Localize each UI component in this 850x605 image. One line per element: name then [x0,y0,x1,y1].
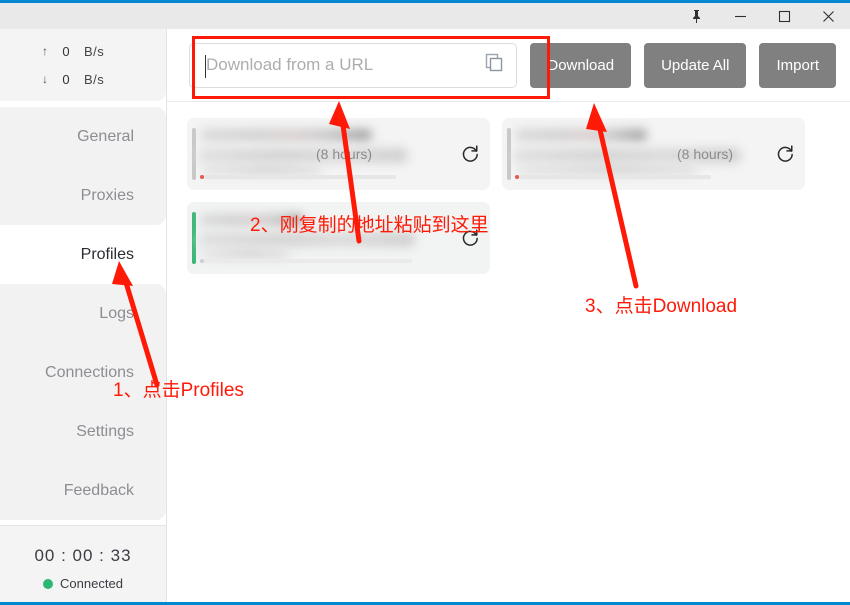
sidebar-nav: General Proxies Profiles Logs Connection… [0,101,166,520]
table-row[interactable]: (8 hours) [502,118,805,190]
title-bar [0,3,850,29]
profile-update-interval: (8 hours) [316,146,373,162]
sidebar-item-label: General [77,127,134,145]
profile-update-interval: (8 hours) [677,146,734,162]
sidebar: ↑ 0 B/s ↓ 0 B/s General Proxies Profiles… [0,29,167,602]
upload-speed-value: 0 [62,43,70,59]
url-input-wrapper: Download from a URL [189,42,518,88]
main-content: Download from a URL Download Update All … [167,29,850,602]
sidebar-item-label: Feedback [63,481,134,499]
maximize-icon[interactable] [762,3,806,29]
card-body [196,202,450,274]
sidebar-item-label: Proxies [80,186,134,204]
url-input[interactable]: Download from a URL [189,42,518,88]
connection-status-block: 00 : 00 : 33 Connected [0,525,166,602]
profile-name-redacted [200,214,304,226]
profile-usage-bar [200,259,412,263]
download-speed-unit: B/s [84,71,105,87]
sidebar-item-feedback[interactable]: Feedback [0,461,166,520]
refresh-icon[interactable] [450,144,490,164]
update-all-button[interactable]: Update All [644,42,747,88]
upload-speed-unit: B/s [84,43,105,59]
sidebar-item-label: Connections [45,363,134,381]
table-row[interactable] [187,202,490,274]
profile-detail2-redacted [517,164,697,175]
card-body: (8 hours) [511,118,765,190]
sidebar-item-logs[interactable]: Logs [0,284,166,343]
download-speed-value: 0 [62,71,70,87]
profile-detail2-redacted [202,164,322,175]
profile-name-redacted [200,129,372,141]
profile-detail2-redacted [202,248,290,259]
profile-usage-bar [515,175,711,179]
download-speed-row: ↓ 0 B/s [0,65,166,93]
profiles-toolbar: Download from a URL Download Update All … [167,29,850,102]
profile-detail-redacted [198,148,408,163]
refresh-icon[interactable] [450,228,490,248]
sidebar-item-proxies[interactable]: Proxies [0,166,166,225]
card-body: (8 hours) [196,118,450,190]
minimize-icon[interactable] [718,3,762,29]
profile-card-list: (8 hours) (8 hours) [167,102,850,274]
speed-panel: ↑ 0 B/s ↓ 0 B/s [0,29,166,101]
download-arrow-icon: ↓ [42,72,48,86]
app-window: ↑ 0 B/s ↓ 0 B/s General Proxies Profiles… [0,0,850,605]
sidebar-item-settings[interactable]: Settings [0,402,166,461]
download-button[interactable]: Download [530,42,632,88]
sidebar-item-connections[interactable]: Connections [0,343,166,402]
table-row[interactable]: (8 hours) [187,118,490,190]
status-badge: Connected [60,576,123,591]
upload-speed-row: ↑ 0 B/s [0,37,166,65]
profile-name-redacted [515,129,647,141]
refresh-icon[interactable] [765,144,805,164]
sidebar-item-general[interactable]: General [0,107,166,166]
status-dot-icon [43,578,54,589]
profile-usage-bar [200,175,396,179]
connection-status: Connected [0,576,166,591]
pin-icon[interactable] [674,3,718,29]
uptime-timer: 00 : 00 : 33 [34,546,132,565]
url-input-placeholder: Download from a URL [206,55,374,74]
copy-icon[interactable] [485,53,503,77]
import-button[interactable]: Import [759,42,836,88]
close-icon[interactable] [806,3,850,29]
profile-detail-redacted [198,232,416,247]
sidebar-item-label: Profiles [80,245,134,263]
sidebar-item-label: Settings [76,422,134,440]
text-caret [205,54,206,78]
sidebar-item-label: Logs [99,304,134,322]
sidebar-item-profiles[interactable]: Profiles [0,225,166,284]
upload-arrow-icon: ↑ [42,44,48,58]
